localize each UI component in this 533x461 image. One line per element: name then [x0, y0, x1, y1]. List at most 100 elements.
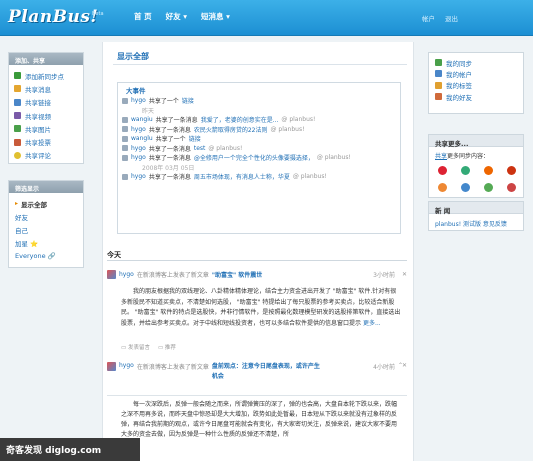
- filter-starred[interactable]: 加星 ⭐: [15, 236, 77, 249]
- service-icon[interactable]: [507, 183, 516, 192]
- avatar[interactable]: [107, 362, 116, 371]
- feed-date: 2008年 03月 05日: [142, 164, 195, 172]
- post-body: 每一次深跌后，反弹一般会随之而来，所谓弹簧压的深了，弹的也会高，大盘自本轮下跌以…: [121, 401, 398, 438]
- service-icon[interactable]: [507, 166, 516, 175]
- comment-button[interactable]: ▭ 发表留言: [121, 343, 150, 351]
- post-title-link[interactable]: 盘前观点：注意今日尾盘表现，或许产生机会: [212, 362, 322, 382]
- page-title: 显示全部: [117, 52, 149, 61]
- recommend-button[interactable]: ▭ 推荐: [158, 343, 176, 351]
- main-content: 显示全部 大事件 hygo 共享了一个 链接 昨天 wangiu 共享了一条消息 我爱了…: [102, 42, 414, 461]
- more-link[interactable]: 更多...: [363, 320, 381, 327]
- share-link-item[interactable]: 共享链接: [14, 96, 78, 109]
- share-message-item[interactable]: 共享消息: [14, 82, 78, 95]
- share-video-item[interactable]: 共享视频: [14, 109, 78, 122]
- tag-icon: [435, 81, 442, 89]
- my-sync-link[interactable]: 我的同步: [435, 57, 517, 68]
- service-icon[interactable]: [484, 183, 493, 192]
- share-vote-item[interactable]: 共享投票: [14, 135, 78, 148]
- add-share-panel: 添加、共享 添加新同步点 共享消息 共享链接 共享视频 共享图片 共享投票 共享…: [8, 52, 84, 164]
- news-title: 新 闻: [429, 202, 523, 215]
- today-label: 今天: [107, 251, 121, 259]
- filter-self[interactable]: 自己: [15, 223, 77, 236]
- share-more-title: 共享更多...: [429, 135, 523, 148]
- news-link[interactable]: planbus! 测试版 意见反馈: [429, 214, 523, 233]
- my-friends-link[interactable]: 我的好友: [435, 91, 517, 102]
- service-icon[interactable]: [438, 166, 447, 175]
- share-service-icons: [429, 164, 523, 194]
- events-title: 大事件: [126, 87, 146, 95]
- account-icon: [435, 70, 442, 78]
- post-time: 4小时前: [373, 364, 395, 371]
- video-icon: [14, 112, 21, 120]
- feed-item: wanglu 共享了一个 链接: [122, 134, 392, 144]
- user-icon: [122, 135, 128, 142]
- feed-date: 昨天: [142, 107, 155, 115]
- share-link[interactable]: 共享: [435, 153, 447, 160]
- service-icon[interactable]: [461, 166, 470, 175]
- share-comment-item[interactable]: 共享评论: [14, 149, 78, 162]
- post-source: 在新浪博客上发表了新文章: [136, 272, 209, 279]
- user-icon: [122, 97, 128, 104]
- service-icon[interactable]: [461, 183, 470, 192]
- service-icon[interactable]: [438, 183, 447, 192]
- filter-title: 筛选显示: [9, 181, 83, 193]
- filter-panel: 筛选显示 ▸ 显示全部 好友 自己 加星 ⭐ Everyone 🔗: [8, 180, 84, 268]
- user-icon: [122, 116, 128, 123]
- filter-everyone[interactable]: Everyone 🔗: [15, 249, 77, 262]
- post-item: hygo 在新浪博客上发表了新文章 "助富宝" 软件震世 3小时前 ✕ 我的朋友…: [107, 270, 407, 369]
- link-icon: [14, 98, 21, 106]
- user-icon: [122, 126, 128, 133]
- my-tags-link[interactable]: 我的标签: [435, 80, 517, 91]
- sync-icon: [435, 59, 442, 67]
- account-link[interactable]: 帐户: [422, 13, 435, 23]
- feed-item: hygo 共享了一条消息 农民火箭取得房贷的22法则 @ planbus!: [122, 125, 392, 135]
- user-icon: [122, 173, 128, 180]
- my-panel: 我的同步 我的帐户 我的标签 我的好友: [428, 52, 524, 114]
- feed-item: wangiu 共享了一条消息 我爱了，老婆的创意实在是... @ planbus!: [122, 115, 392, 125]
- watermark: 奇客发现 diglog.com: [0, 438, 140, 461]
- user-icon: [122, 154, 128, 161]
- filter-show-all[interactable]: ▸ 显示全部: [15, 197, 77, 210]
- post-source: 在新浪博客上发表了新文章: [136, 364, 209, 371]
- logout-link[interactable]: 退出: [445, 13, 458, 23]
- news-panel: 新 闻 planbus! 测试版 意见反馈: [428, 201, 524, 231]
- post-user[interactable]: hygo: [119, 362, 134, 369]
- post-actions: ▭ 发表留言 ▭ 推荐: [107, 343, 407, 351]
- main-nav: 首 页 好友 ▾ 短消息 ▾: [134, 11, 230, 22]
- add-sync-icon: [14, 72, 21, 80]
- add-share-title: 添加、共享: [9, 53, 83, 65]
- feed-item: hygo 共享了一个 链接: [122, 96, 392, 106]
- arrow-right-icon: ▸: [15, 200, 19, 207]
- share-more-panel: 共享更多... 共享更多同步内容：: [428, 134, 524, 198]
- close-icon[interactable]: ✕: [402, 362, 407, 369]
- close-icon[interactable]: ✕: [402, 271, 407, 278]
- logo[interactable]: PlanBus!: [8, 7, 98, 27]
- add-sync-point-item[interactable]: 添加新同步点: [14, 69, 78, 82]
- top-header: PlanBus! Beta 首 页 好友 ▾ 短消息 ▾ 帐户 退出: [0, 0, 533, 36]
- nav-messages[interactable]: 短消息 ▾: [201, 11, 230, 22]
- post-time: 3小时前: [373, 272, 395, 279]
- my-account-link[interactable]: 我的帐户: [435, 68, 517, 79]
- image-icon: [14, 125, 21, 133]
- events-box: 大事件 hygo 共享了一个 链接 昨天 wangiu 共享了一条消息 我爱了，老婆的创…: [117, 82, 401, 234]
- friends-icon: [435, 93, 442, 101]
- post-title-link[interactable]: "助富宝" 软件震世: [212, 270, 262, 279]
- vote-icon: [14, 138, 21, 146]
- service-icon[interactable]: [484, 166, 493, 175]
- filter-friends[interactable]: 好友: [15, 210, 77, 223]
- nav-home[interactable]: 首 页: [134, 11, 152, 22]
- post-item: hygo 在新浪博客上发表了新文章 盘前观点：注意今日尾盘表现，或许产生机会 4…: [107, 362, 407, 440]
- user-icon: [122, 145, 128, 152]
- comment-icon: [14, 151, 21, 159]
- message-icon: [14, 85, 21, 93]
- share-image-item[interactable]: 共享图片: [14, 122, 78, 135]
- feed-item: hygo 共享了一条消息 test @ planbus!: [122, 144, 392, 154]
- beta-label: Beta: [92, 11, 104, 17]
- account-nav: 帐户 退出: [422, 13, 458, 23]
- feed-item: hygo 共享了一条消息 周五市场体现，有消息人士称，华夏 @ planbus!: [122, 172, 392, 182]
- nav-friends[interactable]: 好友 ▾: [166, 11, 187, 22]
- avatar[interactable]: [107, 270, 116, 279]
- post-user[interactable]: hygo: [119, 271, 134, 278]
- divider: [107, 260, 407, 261]
- divider: [113, 64, 407, 65]
